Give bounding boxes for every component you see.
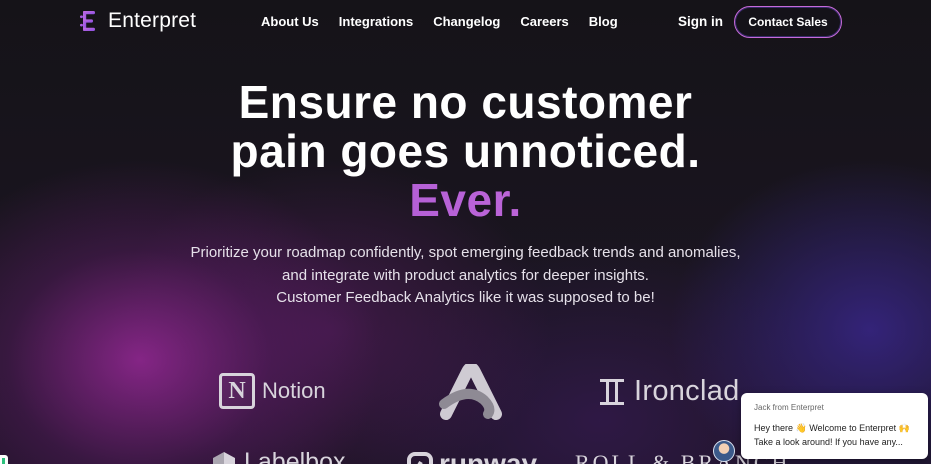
- chat-message-line-1: Hey there 👋 Welcome to Enterpret 🙌: [754, 423, 910, 433]
- notion-logo: N Notion: [219, 373, 326, 409]
- ironclad-logo: Ironclad: [599, 375, 740, 408]
- ironclad-wordmark: Ironclad: [634, 375, 740, 407]
- chat-sender: Jack from Enterpret: [754, 403, 824, 412]
- runway-logo: runway: [407, 448, 537, 464]
- notion-icon: N: [219, 373, 255, 409]
- chat-message-line-2: Take a look around! If you have any...: [754, 437, 903, 447]
- corner-widget-icon[interactable]: [0, 455, 8, 464]
- labelbox-wordmark: Labelbox: [244, 448, 346, 464]
- notion-wordmark: Notion: [262, 378, 326, 403]
- ironclad-icon: [600, 378, 624, 405]
- chat-agent-avatar[interactable]: [713, 440, 735, 462]
- labelbox-icon: [213, 451, 235, 464]
- labelbox-logo: Labelbox: [212, 448, 345, 464]
- chat-preview-popup[interactable]: Jack from Enterpret Hey there 👋 Welcome …: [741, 393, 928, 459]
- runway-wordmark: runway: [439, 448, 538, 464]
- runway-icon: [407, 452, 433, 464]
- a-mark-logo-icon: [439, 364, 502, 420]
- chat-message: Hey there 👋 Welcome to Enterpret 🙌 Take …: [754, 421, 916, 449]
